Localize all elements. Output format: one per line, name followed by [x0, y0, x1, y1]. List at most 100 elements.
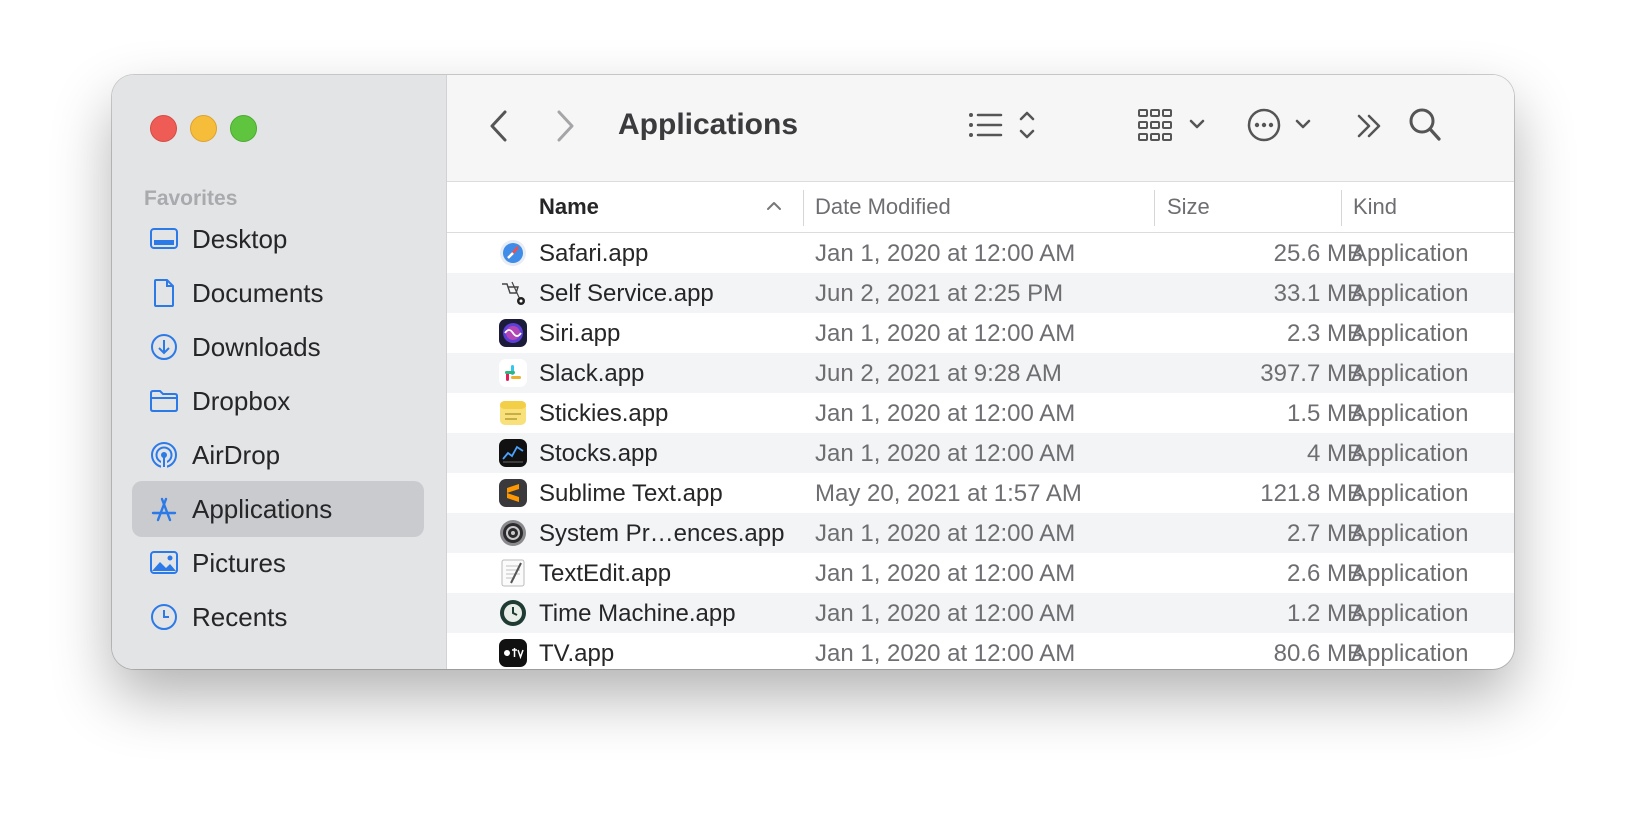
siri-icon: [499, 319, 527, 347]
system-preferences-icon: [499, 519, 527, 547]
sidebar-item-desktop[interactable]: Desktop: [132, 211, 424, 267]
download-icon: [146, 329, 182, 365]
file-list: Safari.app Jan 1, 2020 at 12:00 AM 25.6 …: [447, 233, 1514, 669]
file-size: 80.6 MB: [1273, 640, 1363, 667]
file-name: Self Service.app: [539, 280, 714, 307]
sidebar-item-label: Applications: [192, 493, 333, 524]
file-name: Slack.app: [539, 360, 645, 387]
sidebar-item-dropbox[interactable]: Dropbox: [132, 373, 424, 429]
search-button[interactable]: [1407, 106, 1443, 149]
file-date: May 20, 2021 at 1:57 AM: [815, 480, 1082, 507]
stocks-icon: [499, 439, 527, 467]
sidebar-item-label: Downloads: [192, 331, 321, 362]
airdrop-icon: [146, 437, 182, 473]
file-date: Jan 1, 2020 at 12:00 AM: [815, 440, 1076, 467]
chevron-left-icon: [487, 109, 511, 148]
tv-icon: [499, 639, 527, 667]
file-kind: Application: [1351, 440, 1469, 467]
chevron-up-icon: [765, 198, 783, 217]
back-button[interactable]: [487, 109, 511, 148]
file-kind: Application: [1351, 240, 1469, 267]
time-machine-icon: [499, 599, 527, 627]
column-header-name[interactable]: Name: [539, 194, 599, 220]
favorites-heading: Favorites: [144, 187, 238, 210]
window-title: Applications: [618, 108, 799, 141]
toolbar: Applications: [447, 75, 1514, 182]
more-icon: [1247, 107, 1327, 148]
table-row[interactable]: TV.app Jan 1, 2020 at 12:00 AM 80.6 MB A…: [447, 633, 1514, 669]
file-kind: Application: [1351, 400, 1469, 427]
grid-icon: [1137, 107, 1217, 148]
finder-window: Favorites Desktop Documents Downloads Dr…: [112, 75, 1514, 669]
file-name: TV.app: [539, 640, 615, 667]
forward-button[interactable]: [553, 109, 577, 148]
table-row[interactable]: Time Machine.app Jan 1, 2020 at 12:00 AM…: [447, 593, 1514, 633]
main-content: Applications Name Date Modified Size Kin…: [447, 75, 1514, 669]
sidebar-item-label: Dropbox: [192, 385, 291, 416]
toolbar-overflow-button[interactable]: [1355, 109, 1385, 148]
file-date: Jun 2, 2021 at 9:28 AM: [815, 360, 1062, 387]
file-date: Jun 2, 2021 at 2:25 PM: [815, 280, 1064, 307]
file-kind: Application: [1351, 640, 1469, 667]
action-button[interactable]: [1247, 107, 1327, 148]
file-name: Siri.app: [539, 320, 621, 347]
view-options-button[interactable]: [967, 107, 1047, 148]
document-icon: [146, 275, 182, 311]
sidebar: Favorites Desktop Documents Downloads Dr…: [112, 75, 447, 669]
sublime-text-icon: [499, 479, 527, 507]
close-button[interactable]: [150, 115, 177, 142]
file-kind: Application: [1351, 320, 1469, 347]
column-divider[interactable]: [1154, 190, 1155, 226]
sidebar-item-applications[interactable]: Applications: [132, 481, 424, 537]
table-row[interactable]: Stickies.app Jan 1, 2020 at 12:00 AM 1.5…: [447, 393, 1514, 433]
column-header-kind[interactable]: Kind: [1353, 194, 1397, 220]
file-name: System Pr…ences.app: [539, 520, 785, 547]
file-size: 25.6 MB: [1273, 240, 1363, 267]
file-name: Stocks.app: [539, 440, 658, 467]
sidebar-item-downloads[interactable]: Downloads: [132, 319, 424, 375]
sidebar-item-airdrop[interactable]: AirDrop: [132, 427, 424, 483]
file-kind: Application: [1351, 360, 1469, 387]
table-row[interactable]: Stocks.app Jan 1, 2020 at 12:00 AM 4 MB …: [447, 433, 1514, 473]
file-date: Jan 1, 2020 at 12:00 AM: [815, 400, 1076, 427]
table-row[interactable]: Sublime Text.app May 20, 2021 at 1:57 AM…: [447, 473, 1514, 513]
pictures-icon: [146, 545, 182, 581]
file-kind: Application: [1351, 600, 1469, 627]
search-icon: [1407, 106, 1443, 149]
table-row[interactable]: Siri.app Jan 1, 2020 at 12:00 AM 2.3 MB …: [447, 313, 1514, 353]
table-row[interactable]: Safari.app Jan 1, 2020 at 12:00 AM 25.6 …: [447, 233, 1514, 273]
file-name: Sublime Text.app: [539, 480, 723, 507]
column-divider[interactable]: [1341, 190, 1342, 226]
file-size: 33.1 MB: [1273, 280, 1363, 307]
file-size: 397.7 MB: [1260, 360, 1363, 387]
sidebar-item-label: Documents: [192, 277, 324, 308]
sidebar-item-label: Recents: [192, 601, 288, 632]
column-divider[interactable]: [803, 190, 804, 226]
textedit-icon: [499, 559, 527, 587]
file-name: TextEdit.app: [539, 560, 672, 587]
column-header-size[interactable]: Size: [1167, 194, 1210, 220]
column-headers: Name Date Modified Size Kind: [447, 182, 1514, 233]
sidebar-item-recents[interactable]: Recents: [132, 589, 424, 645]
file-size: 121.8 MB: [1260, 480, 1363, 507]
folder-icon: [146, 383, 182, 419]
minimize-button[interactable]: [190, 115, 217, 142]
table-row[interactable]: System Pr…ences.app Jan 1, 2020 at 12:00…: [447, 513, 1514, 553]
sidebar-item-pictures[interactable]: Pictures: [132, 535, 424, 591]
sidebar-item-label: AirDrop: [192, 439, 281, 470]
table-row[interactable]: Self Service.app Jun 2, 2021 at 2:25 PM …: [447, 273, 1514, 313]
zoom-button[interactable]: [230, 115, 257, 142]
stickies-icon: [499, 399, 527, 427]
table-row[interactable]: TextEdit.app Jan 1, 2020 at 12:00 AM 2.6…: [447, 553, 1514, 593]
column-header-date-modified[interactable]: Date Modified: [815, 194, 951, 220]
table-row[interactable]: Slack.app Jun 2, 2021 at 9:28 AM 397.7 M…: [447, 353, 1514, 393]
file-kind: Application: [1351, 480, 1469, 507]
sidebar-item-documents[interactable]: Documents: [132, 265, 424, 321]
group-button[interactable]: [1137, 107, 1217, 148]
double-chevron-icon: [1355, 109, 1385, 148]
slack-icon: [499, 359, 527, 387]
file-name: Stickies.app: [539, 400, 669, 427]
list-view-icon: [967, 107, 1047, 148]
self-service-icon: [499, 279, 527, 307]
file-date: Jan 1, 2020 at 12:00 AM: [815, 520, 1076, 547]
